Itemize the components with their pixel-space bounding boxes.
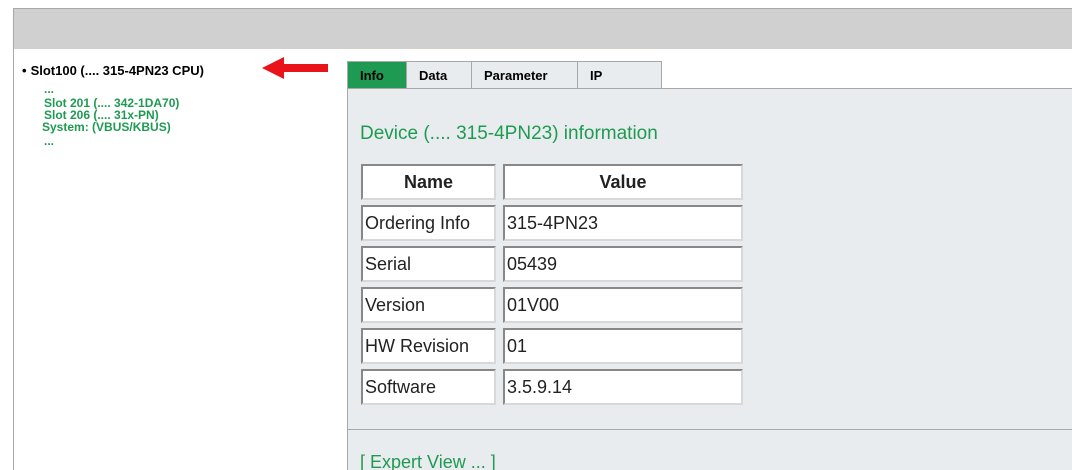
- device-panel: Info Data Parameter IP Device (.... 315-…: [347, 61, 1072, 470]
- table-header-name: Name: [361, 164, 496, 200]
- tab-parameter[interactable]: Parameter: [471, 61, 578, 88]
- table-row-value: 315-4PN23: [503, 205, 743, 241]
- tab-bar: Info Data Parameter IP: [347, 61, 662, 89]
- table-header-value: Value: [503, 164, 743, 200]
- tab-data[interactable]: Data: [406, 61, 472, 88]
- tree-item-ellipsis-bottom[interactable]: ...: [44, 135, 54, 147]
- table-row-name: Version: [361, 287, 496, 323]
- bullet-icon: •: [22, 63, 27, 78]
- table-row-value: 01V00: [503, 287, 743, 323]
- tree-item-ellipsis-top[interactable]: ...: [44, 83, 54, 95]
- info-title: Device (.... 315-4PN23) information: [360, 123, 658, 144]
- page-frame: • Slot100 (.... 315-4PN23 CPU) ... Slot 2…: [13, 8, 1072, 470]
- expert-view-link[interactable]: [ Expert View ... ]: [360, 452, 496, 470]
- tree-root-label: Slot100 (.... 315-4PN23 CPU): [30, 63, 204, 78]
- info-content: Device (.... 315-4PN23) information Name…: [347, 88, 1072, 430]
- table-row-value: 3.5.9.14: [503, 369, 743, 405]
- table-row-value: 01: [503, 328, 743, 364]
- tree-item-slot100[interactable]: • Slot100 (.... 315-4PN23 CPU): [22, 63, 204, 78]
- tree-item-system[interactable]: System: (VBUS/KBUS): [42, 121, 171, 133]
- tab-ip[interactable]: IP: [577, 61, 662, 88]
- table-row-name: HW Revision: [361, 328, 496, 364]
- table-row-name: Serial: [361, 246, 496, 282]
- table-row-value: 05439: [503, 246, 743, 282]
- red-arrow-icon: [262, 57, 328, 79]
- table-row-name: Ordering Info: [361, 205, 496, 241]
- tab-info[interactable]: Info: [347, 61, 407, 88]
- footer-bar: [ Expert View ... ]: [347, 430, 1072, 470]
- table-row-name: Software: [361, 369, 496, 405]
- top-bar: [14, 9, 1072, 49]
